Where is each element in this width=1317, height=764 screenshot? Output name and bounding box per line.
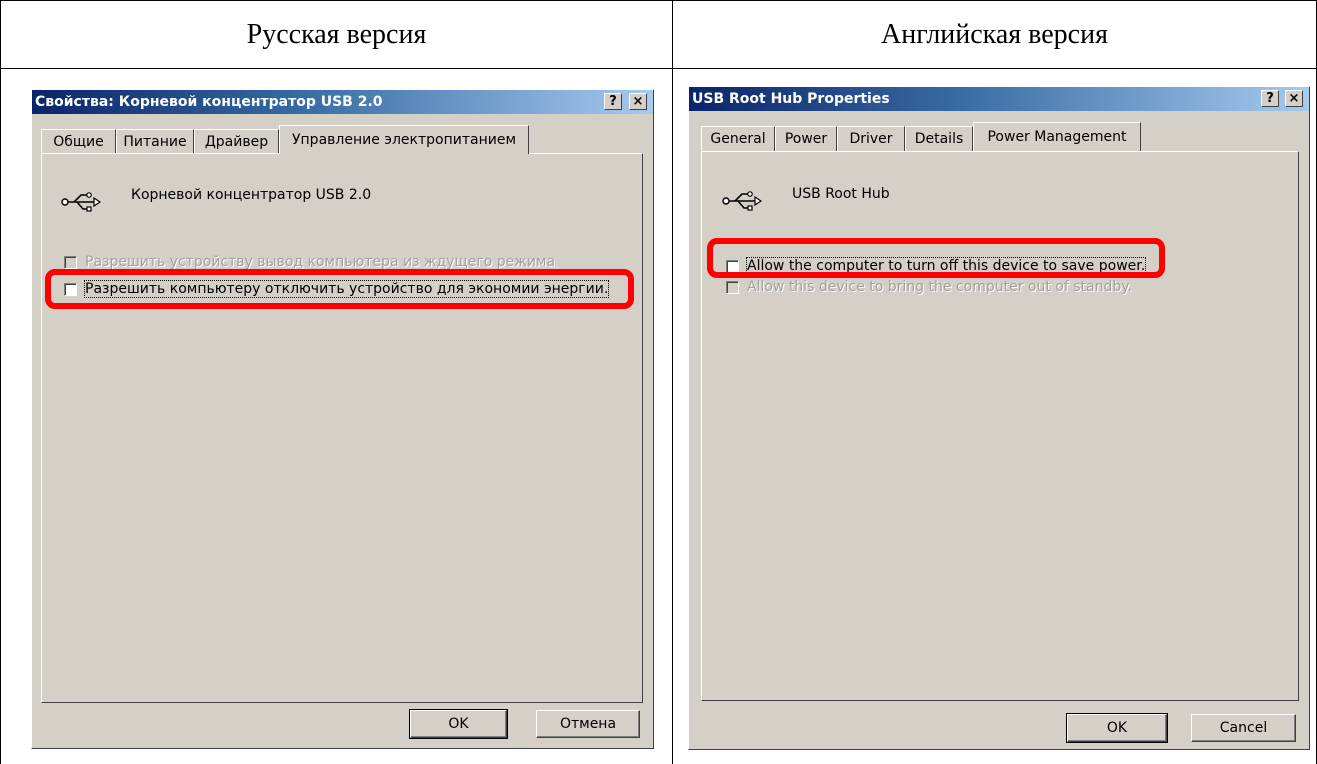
en-dialog-title: USB Root Hub Properties xyxy=(692,91,890,107)
tab-details[interactable]: Details xyxy=(905,126,973,151)
column-header-russian: Русская версия xyxy=(246,18,427,50)
tab-power-management[interactable]: Управление электропитанием xyxy=(279,125,529,154)
usb-icon xyxy=(61,192,101,212)
en-properties-dialog: USB Root Hub Properties ? × General Powe… xyxy=(688,86,1310,750)
table-border-left xyxy=(0,0,1,764)
en-titlebar: USB Root Hub Properties xyxy=(689,87,1309,111)
tab-power-management[interactable]: Power Management xyxy=(973,122,1141,151)
en-wake-label: Allow this device to bring the computer … xyxy=(747,279,1132,295)
ru-tab-panel: Корневой концентратор USB 2.0 Разрешить … xyxy=(41,153,643,703)
en-highlight-box xyxy=(707,238,1165,278)
help-icon[interactable]: ? xyxy=(1261,90,1279,107)
tab-general[interactable]: Общие xyxy=(41,129,116,154)
column-header-english: Английская версия xyxy=(881,18,1108,50)
table-border-header xyxy=(0,68,1317,69)
usb-icon xyxy=(722,191,762,211)
close-icon[interactable]: × xyxy=(629,93,647,110)
table-border-mid xyxy=(672,0,673,764)
ru-cancel-button[interactable]: Отмена xyxy=(536,710,640,738)
help-icon[interactable]: ? xyxy=(604,93,622,110)
ru-highlight-box xyxy=(45,269,634,309)
en-cancel-button[interactable]: Cancel xyxy=(1191,714,1296,742)
en-wake-checkbox xyxy=(726,280,739,294)
tab-power[interactable]: Питание xyxy=(116,129,194,154)
ru-wake-checkbox xyxy=(64,255,77,269)
ru-titlebar: Свойства: Корневой концентратор USB 2.0 xyxy=(32,90,653,114)
en-tab-panel: USB Root Hub Allow the computer to turn … xyxy=(701,151,1299,701)
tab-driver[interactable]: Драйвер xyxy=(194,129,279,154)
ru-option-wake: Разрешить устройству вывод компьютера из… xyxy=(64,254,555,270)
ru-tab-strip: Общие Питание Драйвер Управление электро… xyxy=(41,124,561,154)
en-tab-strip: General Power Driver Details Power Manag… xyxy=(701,121,1161,151)
en-ok-button[interactable]: OK xyxy=(1066,713,1168,743)
tab-driver[interactable]: Driver xyxy=(837,126,905,151)
ru-device-name: Корневой концентратор USB 2.0 xyxy=(131,187,372,203)
en-device-name: USB Root Hub xyxy=(792,186,890,202)
ru-properties-dialog: Свойства: Корневой концентратор USB 2.0 … xyxy=(31,89,654,749)
tab-power[interactable]: Power xyxy=(775,126,837,151)
en-option-wake: Allow this device to bring the computer … xyxy=(726,279,1132,295)
ru-dialog-title: Свойства: Корневой концентратор USB 2.0 xyxy=(35,94,383,110)
ru-wake-label: Разрешить устройству вывод компьютера из… xyxy=(85,254,556,270)
tab-general[interactable]: General xyxy=(701,126,775,151)
ru-ok-button[interactable]: OK xyxy=(409,709,508,739)
close-icon[interactable]: × xyxy=(1285,90,1303,107)
